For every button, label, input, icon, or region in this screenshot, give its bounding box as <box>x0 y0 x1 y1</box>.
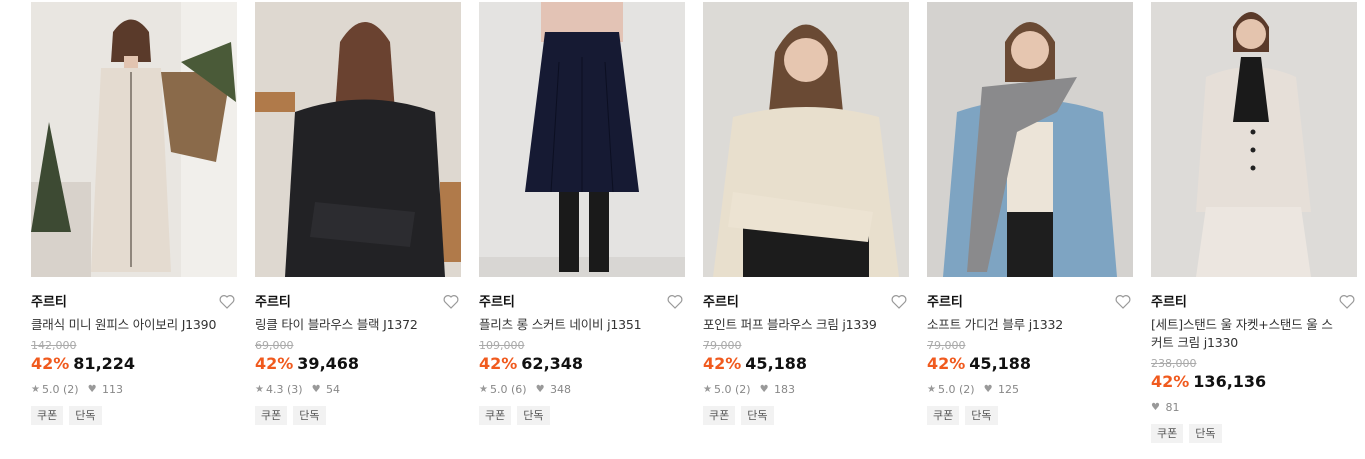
exclusive-tag: 단독 <box>965 406 998 425</box>
discount-rate: 42% <box>1151 372 1190 391</box>
sale-price: 62,348 <box>521 354 584 373</box>
coupon-tag: 쿠폰 <box>703 406 736 425</box>
heart-outline-icon[interactable] <box>1339 294 1355 309</box>
coupon-tag: 쿠폰 <box>1151 424 1184 443</box>
product-image[interactable] <box>927 2 1133 277</box>
review-count: (2) <box>62 383 79 396</box>
heart-outline-icon[interactable] <box>219 294 235 309</box>
like-count: 183 <box>774 383 796 396</box>
discount-rate: 42% <box>255 354 294 373</box>
coupon-tag: 쿠폰 <box>927 406 960 425</box>
product-title[interactable]: 클래식 미니 원피스 아이보리 J1390 <box>31 316 237 334</box>
coupon-tag: 쿠폰 <box>479 406 512 425</box>
coupon-tag: 쿠폰 <box>255 406 288 425</box>
discount-rate: 42% <box>31 354 70 373</box>
like-count: 125 <box>998 383 1020 396</box>
product-title[interactable]: [세트]스탠드 울 자켓+스탠드 울 스커트 크림 j1330 <box>1151 316 1341 352</box>
product-image[interactable] <box>479 2 685 277</box>
original-price: 238,000 <box>1151 357 1197 370</box>
heart-filled-icon: ♥ <box>87 384 97 395</box>
like-count: 348 <box>550 383 572 396</box>
product-title[interactable]: 포인트 퍼프 블라우스 크림 j1339 <box>703 316 909 334</box>
rating-value: 4.3 <box>265 383 284 396</box>
rating-value: 5.0 <box>937 383 956 396</box>
heart-outline-icon[interactable] <box>443 294 459 309</box>
original-price: 142,000 <box>31 339 77 352</box>
review-count: (2) <box>734 383 751 396</box>
product-card[interactable]: 주르티 [세트]스탠드 울 자켓+스탠드 울 스커트 크림 j1330 238,… <box>1151 2 1357 443</box>
product-image[interactable] <box>255 2 461 277</box>
product-card[interactable]: 주르티 링클 타이 블라우스 블랙 J1372 69,000 42% 39,468… <box>255 2 461 425</box>
exclusive-tag: 단독 <box>293 406 326 425</box>
sale-price: 39,468 <box>297 354 360 373</box>
exclusive-tag: 단독 <box>741 406 774 425</box>
heart-filled-icon: ♥ <box>535 384 545 395</box>
exclusive-tag: 단독 <box>69 406 102 425</box>
product-image[interactable] <box>703 2 909 277</box>
exclusive-tag: 단독 <box>1189 424 1222 443</box>
review-count: (6) <box>510 383 527 396</box>
product-grid: 주르티 클래식 미니 원피스 아이보리 J1390 142,000 42% 81,… <box>0 0 1365 459</box>
heart-filled-icon: ♥ <box>759 384 769 395</box>
product-image[interactable] <box>1151 2 1357 277</box>
brand-name[interactable]: 주르티 <box>1151 295 1187 310</box>
brand-name[interactable]: 주르티 <box>927 295 963 310</box>
heart-filled-icon: ♥ <box>983 384 993 395</box>
sale-price: 136,136 <box>1193 372 1267 391</box>
discount-rate: 42% <box>703 354 742 373</box>
star-icon: ★ <box>255 384 264 395</box>
heart-outline-icon[interactable] <box>667 294 683 309</box>
sale-price: 45,188 <box>969 354 1032 373</box>
original-price: 109,000 <box>479 339 525 352</box>
product-card[interactable]: 주르티 포인트 퍼프 블라우스 크림 j1339 79,000 42% 45,18… <box>703 2 909 425</box>
like-count: 81 <box>1165 401 1180 414</box>
rating-value: 5.0 <box>713 383 732 396</box>
product-card[interactable]: 주르티 클래식 미니 원피스 아이보리 J1390 142,000 42% 81,… <box>31 2 237 425</box>
rating-value: 5.0 <box>41 383 60 396</box>
heart-filled-icon: ♥ <box>311 384 321 395</box>
sale-price: 45,188 <box>745 354 808 373</box>
star-icon: ★ <box>31 384 40 395</box>
like-count: 54 <box>326 383 341 396</box>
rating-value: 5.0 <box>489 383 508 396</box>
brand-name[interactable]: 주르티 <box>31 295 67 310</box>
discount-rate: 42% <box>479 354 518 373</box>
star-icon: ★ <box>927 384 936 395</box>
brand-name[interactable]: 주르티 <box>479 295 515 310</box>
exclusive-tag: 단독 <box>517 406 550 425</box>
coupon-tag: 쿠폰 <box>31 406 64 425</box>
discount-rate: 42% <box>927 354 966 373</box>
brand-name[interactable]: 주르티 <box>703 295 739 310</box>
star-icon: ★ <box>479 384 488 395</box>
heart-outline-icon[interactable] <box>1115 294 1131 309</box>
heart-outline-icon[interactable] <box>891 294 907 309</box>
product-card[interactable]: 주르티 소프트 가디건 블루 j1332 79,000 42% 45,188 ★ … <box>927 2 1133 425</box>
product-card[interactable]: 주르티 플리츠 롱 스커트 네이비 j1351 109,000 42% 62,34… <box>479 2 685 425</box>
review-count: (3) <box>286 383 303 396</box>
product-title[interactable]: 플리츠 롱 스커트 네이비 j1351 <box>479 316 685 334</box>
product-title[interactable]: 소프트 가디건 블루 j1332 <box>927 316 1133 334</box>
review-count: (2) <box>958 383 975 396</box>
heart-filled-icon: ♥ <box>1151 402 1160 413</box>
original-price: 79,000 <box>927 339 966 352</box>
star-icon: ★ <box>703 384 712 395</box>
sale-price: 81,224 <box>73 354 136 373</box>
product-image[interactable] <box>31 2 237 277</box>
original-price: 69,000 <box>255 339 294 352</box>
like-count: 113 <box>102 383 124 396</box>
product-title[interactable]: 링클 타이 블라우스 블랙 J1372 <box>255 316 461 334</box>
brand-name[interactable]: 주르티 <box>255 295 291 310</box>
original-price: 79,000 <box>703 339 742 352</box>
